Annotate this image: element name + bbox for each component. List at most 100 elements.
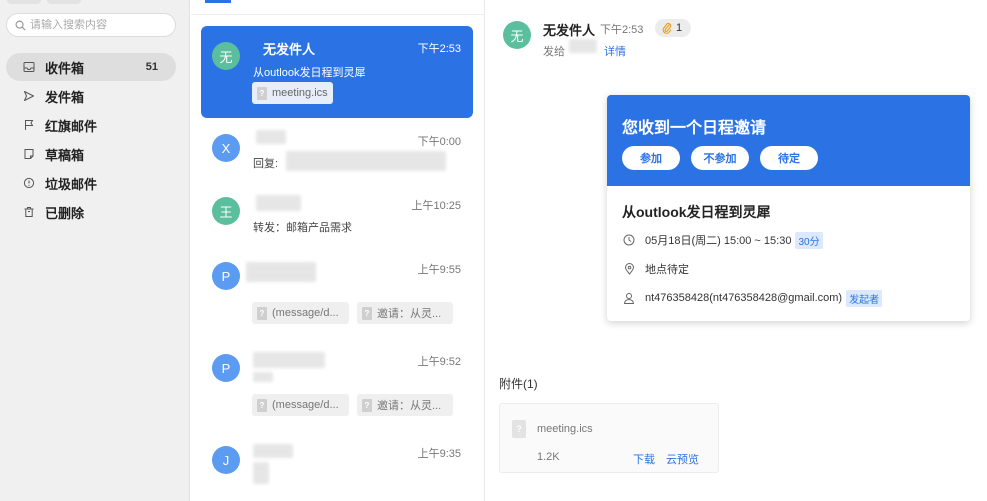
unread-count: 51 [145, 61, 158, 73]
download-link[interactable]: 下载 [633, 451, 655, 467]
blurred-sender [253, 444, 293, 458]
folder-trash[interactable]: 已删除 [6, 198, 176, 226]
mail-item-selected[interactable]: 无 无发件人 下午2:53 从outlook发日程到灵犀 ? meeting.i… [201, 26, 473, 118]
attachment-name: meeting.ics [537, 423, 593, 435]
mail-item[interactable]: 王 上午10:25 转发：邮箱产品需求 [201, 188, 473, 252]
mail-item[interactable]: J 上午9:35 [201, 436, 473, 501]
blurred-recipient [569, 39, 597, 53]
mail-subject: 转发：邮箱产品需求 [253, 222, 352, 234]
attachment-name: 邀请：从灵... [377, 400, 442, 412]
mail-time: 下午2:53 [417, 43, 461, 55]
mail-time: 上午9:52 [417, 356, 461, 368]
folder-list: 收件箱 51 发件箱 红旗邮件 草稿箱 垃圾邮件 已删除 [6, 53, 176, 227]
avatar: 王 [212, 197, 240, 225]
mail-item[interactable]: P 上午9:52 ? (message/d... ? 邀请：从灵... [201, 344, 473, 436]
attachment-name: (message/d... [272, 307, 339, 319]
search-input[interactable] [30, 19, 170, 31]
folder-label: 收件箱 [45, 60, 85, 76]
attachment-count: 1 [676, 22, 683, 34]
mail-list: 无 无发件人 下午2:53 从outlook发日程到灵犀 ? meeting.i… [191, 0, 485, 501]
event-location-row: 地点待定 [622, 261, 689, 277]
blurred-subject [253, 462, 269, 484]
clock-icon [622, 233, 636, 247]
attachment-chip[interactable]: ? 邀请：从灵... [357, 302, 453, 324]
sidebar: 收件箱 51 发件箱 红旗邮件 草稿箱 垃圾邮件 [0, 0, 190, 501]
event-subject: 从outlook发日程到灵犀 [622, 204, 771, 220]
details-link[interactable]: 详情 [604, 43, 626, 59]
avatar: X [212, 134, 240, 162]
attachment-chip[interactable]: ? 邀请：从灵... [357, 394, 453, 416]
file-icon: ? [362, 398, 372, 412]
attachment-name: 邀请：从灵... [377, 308, 442, 320]
invite-title: 您收到一个日程邀请 [622, 120, 767, 137]
event-location: 地点待定 [645, 264, 689, 276]
tentative-button[interactable]: 待定 [760, 146, 818, 170]
folder-inbox[interactable]: 收件箱 51 [6, 53, 176, 81]
blurred-sender [253, 352, 325, 368]
event-datetime: 05月18日(周二) 15:00 ~ 15:30 [645, 235, 792, 247]
trash-icon [22, 205, 36, 219]
event-organizer: nt476358428(nt476358428@gmail.com) [645, 292, 843, 304]
mail-item[interactable]: P 上午9:55 ? (message/d... ? 邀请：从灵... [201, 252, 473, 344]
attachment-chip[interactable]: ? (message/d... [252, 302, 349, 324]
folder-sent[interactable]: 发件箱 [6, 82, 176, 110]
organizer-tag: 发起者 [846, 289, 883, 307]
recipient-label: 发给 [543, 46, 565, 58]
top-button-stub[interactable] [6, 0, 42, 4]
mail-subject: 从outlook发日程到灵犀 [253, 67, 366, 79]
file-icon: ? [257, 86, 267, 100]
blurred-subject [286, 151, 446, 171]
attachment-name: meeting.ics [272, 87, 328, 99]
file-icon: ? [257, 306, 267, 320]
file-icon: ? [257, 398, 267, 412]
mail-time: 上午9:35 [417, 448, 461, 460]
active-tab-indicator [205, 0, 231, 3]
inbox-icon [22, 60, 36, 74]
mail-time: 下午0:00 [417, 136, 461, 148]
event-time-row: 05月18日(周二) 15:00 ~ 15:30 30分 [622, 231, 823, 249]
avatar: J [212, 446, 240, 474]
person-icon [622, 291, 636, 305]
duration-tag: 30分 [795, 231, 823, 249]
spam-icon [22, 176, 36, 190]
list-tabs [191, 0, 485, 15]
mail-item[interactable]: X 下午0:00 回复: [201, 124, 473, 188]
paperclip-icon [662, 22, 672, 34]
folder-label: 发件箱 [45, 89, 85, 105]
location-pin-icon [622, 262, 636, 276]
sender-name: 无发件人 [543, 23, 596, 38]
mail-sender: 无发件人 [263, 42, 316, 57]
event-organizer-row: nt476358428(nt476358428@gmail.com) 发起者 [622, 289, 883, 307]
draft-icon [22, 147, 36, 161]
attachment-count-badge[interactable]: 1 [655, 19, 692, 37]
top-button-stub[interactable] [46, 0, 82, 4]
file-icon: ? [362, 306, 372, 320]
blurred-sender [246, 262, 316, 282]
attachment-size: 1.2K [537, 451, 560, 463]
invite-header: 您收到一个日程邀请 参加 不参加 待定 [607, 95, 970, 186]
search-box[interactable] [6, 13, 176, 37]
mail-time: 上午9:55 [417, 264, 461, 276]
folder-drafts[interactable]: 草稿箱 [6, 140, 176, 168]
attachments-title: 附件(1) [499, 377, 538, 391]
decline-button[interactable]: 不参加 [691, 146, 749, 170]
search-icon [15, 20, 26, 31]
folder-label: 垃圾邮件 [45, 176, 98, 192]
attachment-chip[interactable]: ? meeting.ics [252, 82, 333, 104]
folder-spam[interactable]: 垃圾邮件 [6, 169, 176, 197]
blurred-subject [253, 372, 273, 382]
folder-label: 草稿箱 [45, 147, 85, 163]
blurred-sender [256, 130, 286, 144]
attachment-card[interactable]: ? meeting.ics 1.2K 下载 云预览 [499, 403, 719, 473]
calendar-invite-card: 您收到一个日程邀请 参加 不参加 待定 从outlook发日程到灵犀 05月18… [607, 95, 970, 321]
attachment-chip[interactable]: ? (message/d... [252, 394, 349, 416]
accept-button[interactable]: 参加 [622, 146, 680, 170]
reading-pane: 无 无发件人 下午2:53 1 发给 详情 您收到一个日程邀请 参加 不参加 待… [486, 0, 987, 501]
mail-time: 上午10:25 [411, 200, 461, 212]
file-icon: ? [512, 420, 526, 438]
folder-flagged[interactable]: 红旗邮件 [6, 111, 176, 139]
mail-subject: 回复: [253, 158, 279, 170]
avatar: 无 [212, 42, 240, 70]
cloud-preview-link[interactable]: 云预览 [666, 451, 699, 467]
blurred-sender [256, 195, 301, 211]
